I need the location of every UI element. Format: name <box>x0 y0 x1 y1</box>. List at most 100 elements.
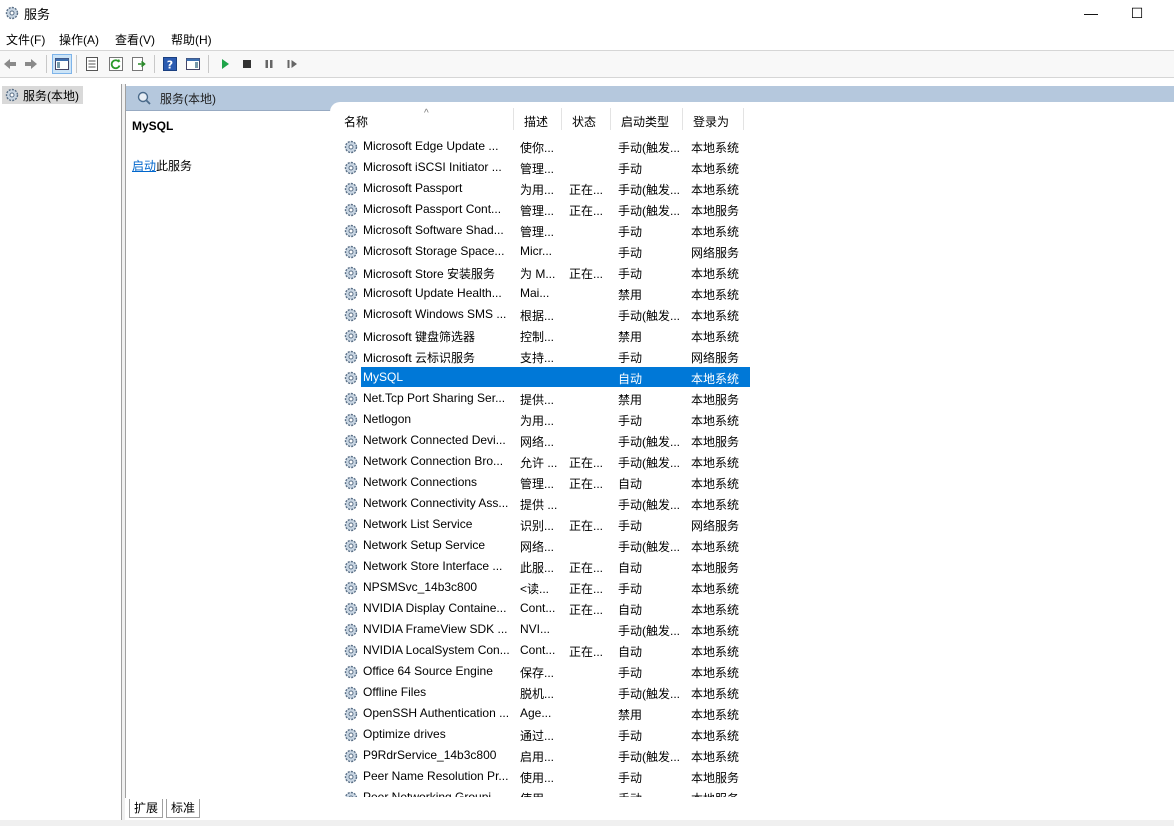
column-header-log-on-as-label: 登录为 <box>693 115 730 129</box>
service-row[interactable]: Microsoft 云标识服务 支持... 手动 网络服务 <box>340 346 750 367</box>
column-header-name[interactable]: ^ 名称 <box>334 108 514 130</box>
service-row[interactable]: OpenSSH Authentication ... Age... 禁用 本地系统 <box>340 703 750 724</box>
service-row[interactable]: Network List Service 识别... 正在... 手动 网络服务 <box>340 514 750 535</box>
tab-standard[interactable]: 标准 <box>166 799 201 818</box>
service-gear-icon <box>344 686 358 700</box>
service-row[interactable]: Microsoft Store 安装服务 为 M... 正在... 手动 本地系统 <box>340 262 750 283</box>
service-startup-type: 禁用 <box>618 393 643 407</box>
service-row[interactable]: NVIDIA LocalSystem Con... Cont... 正在... 自动 本… <box>340 640 750 661</box>
service-row[interactable]: Microsoft Passport Cont... 管理... 正在... 手动(触… <box>340 199 750 220</box>
tab-extended[interactable]: 扩展 <box>129 799 164 818</box>
show-hide-action-pane-button[interactable] <box>183 54 203 74</box>
service-startup-type: 手动(触发... <box>618 624 680 638</box>
service-row[interactable]: Office 64 Source Engine 保存... 手动 本地系统 <box>340 661 750 682</box>
service-gear-icon <box>344 581 358 595</box>
pane-header-title: 服务(本地) <box>160 91 216 106</box>
service-row[interactable]: P9RdrService_14b3c800 启用... 手动(触发... 本地系统 <box>340 745 750 766</box>
minimize-button[interactable]: — <box>1068 0 1114 26</box>
service-status: 正在... <box>569 267 604 281</box>
service-row[interactable]: NPSMSvc_14b3c800 <读... 正在... 手动 本地系统 <box>340 577 750 598</box>
stop-service-button[interactable] <box>237 54 257 74</box>
service-row[interactable]: Net.Tcp Port Sharing Ser... 提供... 禁用 本地服务 <box>340 388 750 409</box>
service-row[interactable]: Optimize drives 通过... 手动 本地系统 <box>340 724 750 745</box>
service-row[interactable]: Microsoft Storage Space... Micr... 手动 网络服务 <box>340 241 750 262</box>
menu-view[interactable]: 查看(V) <box>115 31 155 48</box>
service-log-on-as: 本地服务 <box>691 561 740 575</box>
service-log-on-as: 本地系统 <box>691 414 740 428</box>
service-log-on-as: 本地系统 <box>691 309 740 323</box>
services-list: ^ 名称 描述 状态 启动类型 登录为 Microsoft Edge Updat… <box>330 102 1174 797</box>
service-gear-icon <box>344 329 358 343</box>
service-name: Microsoft Passport <box>363 181 463 195</box>
service-gear-icon <box>344 770 358 784</box>
service-log-on-as: 本地系统 <box>691 267 740 281</box>
pause-service-button[interactable] <box>259 54 279 74</box>
service-row[interactable]: Peer Name Resolution Pr... 使用... 手动 本地服务 <box>340 766 750 787</box>
service-log-on-as: 本地系统 <box>691 729 740 743</box>
tree-node-services-local[interactable]: 服务(本地) <box>2 86 83 104</box>
service-row[interactable]: Offline Files 脱机... 手动(触发... 本地系统 <box>340 682 750 703</box>
service-row[interactable]: Microsoft iSCSI Initiator ... 管理... 手动 本地系统 <box>340 157 750 178</box>
export-list-button[interactable] <box>129 54 149 74</box>
column-header-log-on-as[interactable]: 登录为 <box>683 108 744 130</box>
service-row[interactable]: Network Setup Service 网络... 手动(触发... 本地系统 <box>340 535 750 556</box>
show-hide-console-tree-button[interactable] <box>52 54 72 74</box>
service-name: Microsoft Software Shad... <box>363 223 504 237</box>
back-button[interactable] <box>0 54 20 74</box>
start-service-link[interactable]: 启动 <box>132 159 156 173</box>
service-row[interactable]: Microsoft Edge Update ... 使你... 手动(触发... 本地… <box>340 136 750 157</box>
service-row[interactable]: Network Connected Devi... 网络... 手动(触发... 本地… <box>340 430 750 451</box>
service-row[interactable]: Netlogon 为用... 手动 本地系统 <box>340 409 750 430</box>
service-row[interactable]: Peer Networking Groupi... 使用... 手动本地服务 <box>340 787 750 797</box>
forward-button[interactable] <box>21 54 41 74</box>
service-row[interactable]: Network Connection Bro... 允许 ... 正在... 手动(触… <box>340 451 750 472</box>
service-log-on-as: 本地系统 <box>691 183 740 197</box>
service-startup-type: 自动 <box>618 603 643 617</box>
service-row[interactable]: Microsoft Update Health... Mai... 禁用 本地系统 <box>340 283 750 304</box>
service-startup-type: 自动 <box>618 477 643 491</box>
start-service-button[interactable] <box>215 54 235 74</box>
service-name: NVIDIA Display Containe... <box>363 601 507 615</box>
column-header-status[interactable]: 状态 <box>562 108 611 130</box>
service-name: Network Connected Devi... <box>363 433 506 447</box>
service-row[interactable]: Network Connections 管理... 正在... 自动 本地系统 <box>340 472 750 493</box>
restart-service-button[interactable] <box>282 54 302 74</box>
properties-button[interactable] <box>82 54 102 74</box>
service-row[interactable]: Microsoft Passport 为用... 正在... 手动(触发... 本地系统 <box>340 178 750 199</box>
service-row[interactable]: MySQL 自动 本地系统 <box>340 367 750 388</box>
service-row[interactable]: Microsoft Software Shad... 管理... 手动 本地系统 <box>340 220 750 241</box>
service-description: Age... <box>520 706 552 720</box>
menu-help[interactable]: 帮助(H) <box>171 31 212 48</box>
service-row[interactable]: Network Connectivity Ass... 提供 ... 手动(触发..… <box>340 493 750 514</box>
service-startup-type: 手动 <box>618 246 643 260</box>
forward-arrow-icon <box>25 59 37 69</box>
service-row[interactable]: NVIDIA Display Containe... Cont... 正在... 自动… <box>340 598 750 619</box>
help-button[interactable]: ? <box>160 54 180 74</box>
column-header-description[interactable]: 描述 <box>514 108 562 130</box>
service-row[interactable]: NVIDIA FrameView SDK ... NVI... 手动(触发... 本地… <box>340 619 750 640</box>
service-description: 提供... <box>520 393 555 407</box>
service-row[interactable]: Network Store Interface ... 此服... 正在... 自动 本… <box>340 556 750 577</box>
service-gear-icon <box>344 602 358 616</box>
service-gear-icon <box>344 308 358 322</box>
column-header-startup-type[interactable]: 启动类型 <box>611 108 683 130</box>
refresh-button[interactable] <box>106 54 126 74</box>
menu-file[interactable]: 文件(F) <box>6 31 45 48</box>
service-name: Microsoft Store 安装服务 <box>363 267 496 281</box>
service-name: Microsoft Storage Space... <box>363 244 505 258</box>
service-gear-icon <box>344 203 358 217</box>
maximize-button[interactable]: ☐ <box>1114 0 1160 26</box>
service-startup-type: 手动(触发... <box>618 750 680 764</box>
service-status: 正在... <box>569 603 604 617</box>
service-startup-type: 手动(触发... <box>618 498 680 512</box>
service-status: 正在... <box>569 183 604 197</box>
service-name: Optimize drives <box>363 727 446 741</box>
service-row[interactable]: Microsoft Windows SMS ... 根据... 手动(触发... 本地… <box>340 304 750 325</box>
status-strip <box>0 820 1174 826</box>
svg-text:?: ? <box>167 59 173 72</box>
service-description: 使用... <box>520 790 566 797</box>
service-name: Network Connectivity Ass... <box>363 496 509 510</box>
service-log-on-as: 本地系统 <box>691 687 740 701</box>
menu-action[interactable]: 操作(A) <box>59 31 99 48</box>
service-row[interactable]: Microsoft 键盘筛选器 控制... 禁用 本地系统 <box>340 325 750 346</box>
